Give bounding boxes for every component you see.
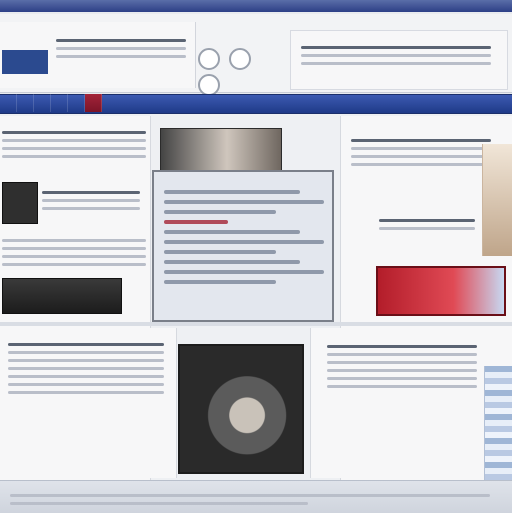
bottom-right-lines — [327, 340, 477, 393]
left-text-block — [2, 126, 146, 163]
bottom-right-line — [327, 345, 477, 348]
right-text-block — [351, 134, 491, 171]
circle-icon[interactable] — [198, 74, 220, 96]
center-panel-lines — [164, 184, 324, 290]
bottom-photo[interactable] — [178, 344, 304, 474]
bottom-strip-lines — [10, 489, 490, 510]
section-divider — [0, 322, 512, 326]
right-banner[interactable] — [376, 266, 506, 316]
left-line — [42, 191, 140, 194]
bottom-left-line — [8, 343, 164, 346]
logo-text-lines — [56, 34, 186, 70]
right-thumbnail[interactable] — [482, 144, 512, 256]
right-line — [379, 227, 475, 230]
center-photo[interactable] — [160, 128, 282, 174]
logo-line — [56, 39, 186, 42]
center-line — [164, 270, 324, 274]
left-line — [2, 155, 146, 158]
logo-line — [56, 47, 186, 50]
bottom-left-line — [8, 383, 164, 386]
center-line — [164, 250, 276, 254]
nav-item[interactable] — [68, 94, 85, 112]
right-line — [351, 147, 491, 150]
right-line — [379, 219, 475, 222]
left-thumbnail[interactable] — [2, 182, 38, 224]
circle-icon[interactable] — [198, 48, 220, 70]
bottom-left-line — [8, 367, 164, 370]
header-right-lines — [301, 41, 491, 70]
center-line — [164, 190, 300, 194]
left-line — [2, 239, 146, 242]
bottom-right-line — [327, 385, 477, 388]
left-line — [2, 139, 146, 142]
bottom-left-line — [8, 391, 164, 394]
nav-items — [0, 94, 512, 112]
nav-item[interactable] — [0, 94, 17, 112]
header-icon-row[interactable] — [198, 48, 280, 96]
center-line — [164, 280, 276, 284]
bottom-strip-line — [10, 494, 490, 497]
right-line — [351, 155, 491, 158]
header-right-panel — [290, 30, 508, 90]
left-line — [2, 263, 146, 266]
right-line — [351, 163, 491, 166]
right-line — [351, 139, 491, 142]
center-line — [164, 260, 300, 264]
left-line — [2, 255, 146, 258]
bottom-right-line — [327, 361, 477, 364]
left-line — [2, 147, 146, 150]
nav-item[interactable] — [34, 94, 51, 112]
bottom-right-line — [327, 353, 477, 356]
logo-line — [56, 55, 186, 58]
center-panel — [152, 170, 334, 322]
center-line — [164, 240, 324, 244]
circle-icon[interactable] — [229, 48, 252, 70]
nav-item-accent[interactable] — [85, 94, 102, 112]
header-right-line — [301, 46, 491, 49]
center-line — [164, 230, 300, 234]
left-line — [2, 247, 146, 250]
bottom-left-line — [8, 375, 164, 378]
left-line — [2, 131, 146, 134]
bottom-right-line — [327, 377, 477, 380]
right-text-block — [379, 214, 475, 235]
bottom-left-panel — [0, 328, 177, 478]
nav-item[interactable] — [51, 94, 68, 112]
nav-item[interactable] — [17, 94, 34, 112]
bottom-right-panel — [310, 328, 487, 478]
left-thumbnail-caption — [42, 186, 140, 215]
logo — [2, 50, 48, 74]
bottom-left-line — [8, 351, 164, 354]
center-line-highlight — [164, 220, 228, 224]
bottom-right-line — [327, 369, 477, 372]
center-line — [164, 210, 276, 214]
center-line — [164, 200, 324, 204]
bottom-strip-line — [10, 502, 308, 505]
bottom-strip — [0, 480, 512, 513]
left-line — [42, 199, 140, 202]
bottom-left-line — [8, 359, 164, 362]
header-right-line — [301, 62, 491, 65]
header-right-line — [301, 54, 491, 57]
bottom-left-lines — [8, 338, 164, 399]
top-bar — [0, 0, 512, 12]
left-banner[interactable] — [2, 278, 122, 314]
left-line — [42, 207, 140, 210]
left-text-block — [2, 234, 146, 271]
